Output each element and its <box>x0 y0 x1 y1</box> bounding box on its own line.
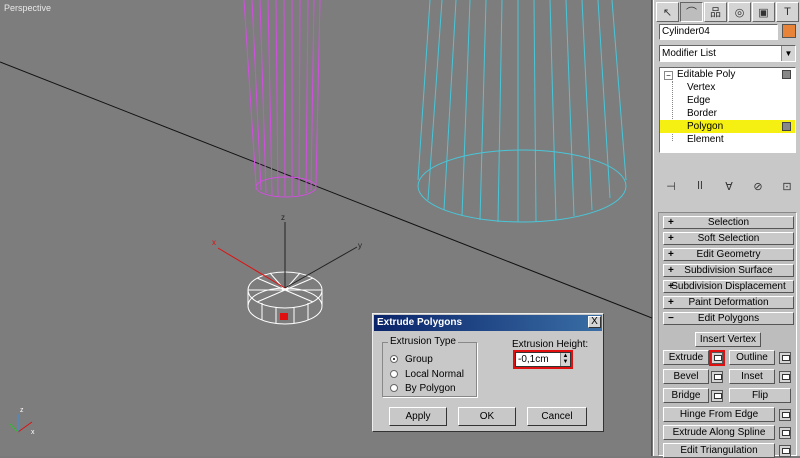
remove-modifier-icon[interactable]: ⊘ <box>749 180 767 193</box>
stack-item-icon <box>782 122 791 131</box>
modify-bend-icon: ⌒ <box>686 7 697 19</box>
bridge-button[interactable]: Bridge <box>663 388 709 403</box>
apply-button[interactable]: Apply <box>389 407 447 426</box>
extrusion-height-spinner[interactable]: -0,1cm ▲ ▼ <box>513 350 573 369</box>
extrude-along-spline-settings-button[interactable] <box>779 427 791 439</box>
rollout-paint-deformation[interactable]: + Paint Deformation <box>663 296 794 309</box>
spinner-arrows-icon[interactable]: ▲ ▼ <box>560 353 570 366</box>
rollout-edit-geometry[interactable]: + Edit Geometry <box>663 248 794 261</box>
selected-polygon-marker <box>280 313 288 320</box>
command-panel: ↖ ⌒ 品 ◎ ▣ T Cylinder04 Modifier List ▼ −… <box>653 0 800 458</box>
extrusion-height-value[interactable]: -0,1cm <box>518 354 549 365</box>
stack-item-vertex[interactable]: Vertex <box>660 81 795 94</box>
create-tab[interactable]: ↖ <box>656 2 679 22</box>
object-color-swatch[interactable] <box>782 24 796 38</box>
magenta-cylinder-wireframe[interactable] <box>243 0 321 198</box>
expand-icon: + <box>668 217 674 228</box>
motion-wheel-icon: ◎ <box>734 6 745 19</box>
world-axis-tripod: z x <box>9 407 35 436</box>
ok-button[interactable]: OK <box>458 407 516 426</box>
pointer-icon: ↖ <box>662 6 673 19</box>
modifier-list-label: Modifier List <box>662 48 716 59</box>
radio-icon <box>390 384 398 392</box>
stack-item-editable-poly[interactable]: − Editable Poly <box>660 68 795 81</box>
bridge-settings-button[interactable] <box>711 390 723 402</box>
show-end-result-icon[interactable]: ǀǀ <box>691 180 709 192</box>
dialog-title[interactable]: Extrude Polygons <box>374 315 602 331</box>
expand-icon: + <box>668 233 674 244</box>
modify-tab[interactable]: ⌒ <box>680 2 703 22</box>
configure-sets-icon[interactable]: ⊡ <box>778 180 796 193</box>
viewport-label[interactable]: Perspective <box>4 3 51 13</box>
make-unique-icon[interactable]: ∀ <box>720 180 738 193</box>
edit-triangulation-settings-button[interactable] <box>779 445 791 457</box>
display-monitor-icon: ▣ <box>758 6 769 19</box>
command-panel-tabs: ↖ ⌒ 品 ◎ ▣ T <box>656 2 799 22</box>
gizmo-z-label: z <box>281 213 285 222</box>
flip-button[interactable]: Flip <box>729 388 791 403</box>
transform-gizmo[interactable]: x y z <box>212 213 362 289</box>
expand-icon: + <box>668 297 674 308</box>
rollout-subdivision-surface[interactable]: + Subdivision Surface <box>663 264 794 277</box>
stack-item-icon <box>782 70 791 79</box>
hierarchy-tab[interactable]: 品 <box>704 2 727 22</box>
hinge-from-edge-button[interactable]: Hinge From Edge <box>663 407 775 422</box>
stack-item-element[interactable]: Element <box>660 133 795 146</box>
rollout-selection[interactable]: + Selection <box>663 216 794 229</box>
rollout-soft-selection[interactable]: + Soft Selection <box>663 232 794 245</box>
hinge-settings-button[interactable] <box>779 409 791 421</box>
cyan-cylinder-wireframe[interactable] <box>417 0 627 223</box>
extrude-polygons-dialog: Extrude Polygons X Extrusion Type Group … <box>372 313 604 432</box>
extrusion-height-label: Extrusion Height: <box>512 339 589 350</box>
svg-text:x: x <box>31 429 35 436</box>
svg-text:z: z <box>20 407 24 414</box>
rollout-edit-polygons[interactable]: − Edit Polygons <box>663 312 794 325</box>
bevel-button[interactable]: Bevel <box>663 369 709 384</box>
object-name-field[interactable]: Cylinder04 <box>659 24 778 40</box>
extrude-button[interactable]: Extrude <box>663 350 709 365</box>
expand-icon: + <box>668 265 674 276</box>
chevron-down-icon[interactable]: ▼ <box>781 46 795 61</box>
gizmo-x-label: x <box>212 238 216 247</box>
insert-vertex-button[interactable]: Insert Vertex <box>695 332 761 347</box>
extrude-along-spline-button[interactable]: Extrude Along Spline <box>663 425 775 440</box>
inset-button[interactable]: Inset <box>729 369 775 384</box>
radio-group[interactable]: Group <box>390 354 433 365</box>
stack-toolbar: ⊣ ǀǀ ∀ ⊘ ⊡ <box>662 177 796 195</box>
extrude-settings-button[interactable] <box>709 350 725 366</box>
collapse-icon: − <box>668 313 674 324</box>
pin-stack-icon[interactable]: ⊣ <box>662 180 680 193</box>
bevel-settings-button[interactable] <box>711 371 723 383</box>
modifier-list-dropdown[interactable]: Modifier List ▼ <box>659 45 796 62</box>
outline-button[interactable]: Outline <box>729 350 775 365</box>
outline-settings-button[interactable] <box>779 352 791 364</box>
motion-tab[interactable]: ◎ <box>728 2 751 22</box>
stack-item-border[interactable]: Border <box>660 107 795 120</box>
utilities-tab[interactable]: T <box>776 2 799 22</box>
hierarchy-icon: 品 <box>710 7 721 19</box>
extrusion-type-label: Extrusion Type <box>388 336 458 347</box>
radio-selected-icon <box>390 355 398 363</box>
cancel-button[interactable]: Cancel <box>527 407 587 426</box>
stack-item-polygon[interactable]: Polygon <box>660 120 795 133</box>
radio-local-normal[interactable]: Local Normal <box>390 369 464 380</box>
rollout-container: + Selection + Soft Selection + Edit Geometr… <box>658 212 797 458</box>
rollout-subdivision-displacement[interactable]: + Subdivision Displacement <box>663 280 794 293</box>
display-tab[interactable]: ▣ <box>752 2 775 22</box>
expand-icon: + <box>668 281 674 292</box>
gizmo-y-label: y <box>358 241 362 250</box>
modifier-stack[interactable]: − Editable Poly Vertex Edge Border Polygo… <box>659 67 796 153</box>
radio-by-polygon[interactable]: By Polygon <box>390 383 456 394</box>
hammer-icon: T <box>784 6 791 18</box>
stack-item-edge[interactable]: Edge <box>660 94 795 107</box>
expand-icon: + <box>668 249 674 260</box>
home-grid-line <box>0 61 652 319</box>
radio-icon <box>390 370 398 378</box>
close-icon[interactable]: X <box>588 316 601 328</box>
collapse-icon[interactable]: − <box>664 71 673 80</box>
inset-settings-button[interactable] <box>779 371 791 383</box>
